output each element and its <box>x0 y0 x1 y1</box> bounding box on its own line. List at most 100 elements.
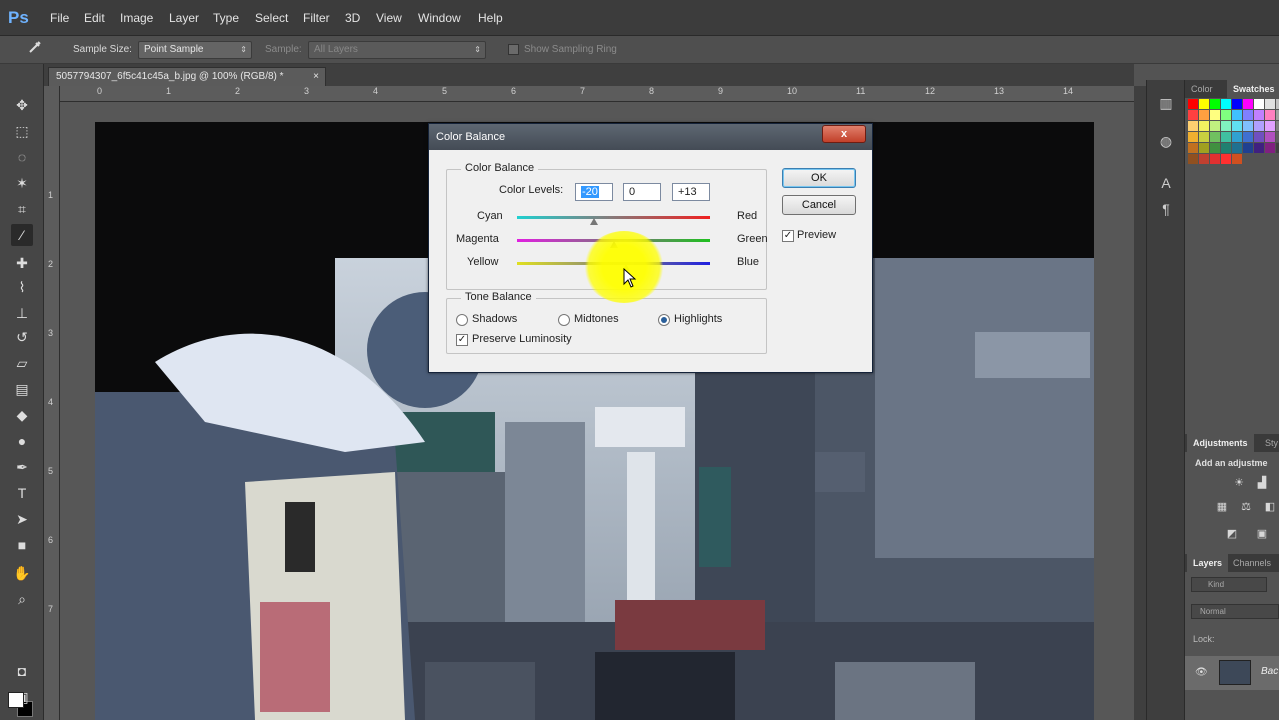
eyedropper-icon[interactable] <box>24 39 46 61</box>
cyan-red-slider[interactable] <box>517 216 710 219</box>
menu-help[interactable]: Help <box>478 0 503 36</box>
menu-view[interactable]: View <box>376 0 402 36</box>
magic-wand-icon[interactable]: ✶ <box>11 172 33 194</box>
swatch-cell[interactable] <box>1232 132 1242 142</box>
swatch-cell[interactable] <box>1265 132 1275 142</box>
document-tab[interactable]: 5057794307_6f5c41c45a_b.jpg @ 100% (RGB/… <box>48 67 326 86</box>
type-tool-icon[interactable]: T <box>11 482 33 504</box>
swatch-cell[interactable] <box>1232 154 1242 164</box>
swatch-cell[interactable] <box>1243 143 1253 153</box>
menu-edit[interactable]: Edit <box>84 0 105 36</box>
paragraph-panel-icon[interactable]: ¶ <box>1155 198 1177 220</box>
swatch-cell[interactable] <box>1188 132 1198 142</box>
menu-window[interactable]: Window <box>418 0 461 36</box>
shape-tool-icon[interactable]: ■ <box>11 534 33 556</box>
swatch-cell[interactable] <box>1199 110 1209 120</box>
level-yellow-blue-input[interactable]: +13 <box>672 183 710 201</box>
preview-checkbox[interactable]: ✓ <box>782 230 794 242</box>
swatch-cell[interactable] <box>1188 154 1198 164</box>
highlights-radio[interactable] <box>658 314 670 326</box>
swatch-cell[interactable] <box>1254 143 1264 153</box>
swatch-cell[interactable] <box>1210 110 1220 120</box>
character-panel-icon[interactable]: A <box>1155 172 1177 194</box>
swatch-cell[interactable] <box>1199 132 1209 142</box>
swatch-cell[interactable] <box>1232 121 1242 131</box>
eyedropper-tool-icon[interactable]: ⁄ <box>11 224 33 246</box>
lasso-tool-icon[interactable]: ◌ <box>11 146 33 168</box>
history-brush-icon[interactable]: ↺ <box>11 326 33 348</box>
preserve-luminosity-checkbox[interactable]: ✓ <box>456 334 468 346</box>
swatch-cell[interactable] <box>1199 143 1209 153</box>
threshold-icon[interactable]: ▣ <box>1255 527 1269 541</box>
swatch-cell[interactable] <box>1243 121 1253 131</box>
swatch-cell[interactable] <box>1221 154 1231 164</box>
swatch-cell[interactable] <box>1265 99 1275 109</box>
show-ring-checkbox[interactable] <box>508 44 519 55</box>
swatch-cell[interactable] <box>1210 143 1220 153</box>
menu-file[interactable]: File <box>50 0 69 36</box>
tab-swatches[interactable]: Swatches <box>1227 80 1279 98</box>
sample-size-select[interactable]: Point Sample ⇕ <box>138 41 252 59</box>
hand-tool-icon[interactable]: ✋ <box>11 562 33 584</box>
tab-layers[interactable]: Layers <box>1187 554 1229 572</box>
swatch-cell[interactable] <box>1199 99 1209 109</box>
menu-image[interactable]: Image <box>120 0 153 36</box>
swatch-cell[interactable] <box>1221 99 1231 109</box>
blend-mode-select[interactable]: Normal <box>1191 604 1279 619</box>
invert-icon[interactable]: ◩ <box>1225 527 1239 541</box>
zoom-tool-icon[interactable]: ⌕ <box>11 588 33 610</box>
swatch-cell[interactable] <box>1265 110 1275 120</box>
menu-layer[interactable]: Layer <box>169 0 199 36</box>
ok-button[interactable]: OK <box>782 168 856 188</box>
swatch-cell[interactable] <box>1221 143 1231 153</box>
swatch-cell[interactable] <box>1243 99 1253 109</box>
swatch-cell[interactable] <box>1188 99 1198 109</box>
swatch-cell[interactable] <box>1199 121 1209 131</box>
actions-panel-icon[interactable]: ◍ <box>1155 130 1177 152</box>
midtones-radio[interactable] <box>558 314 570 326</box>
swatch-cell[interactable] <box>1221 121 1231 131</box>
swatch-cell[interactable] <box>1210 154 1220 164</box>
blur-tool-icon[interactable]: ◆ <box>11 404 33 426</box>
swatch-cell[interactable] <box>1232 110 1242 120</box>
move-tool-icon[interactable]: ✥ <box>11 94 33 116</box>
cyan-red-slider-thumb[interactable] <box>590 218 599 225</box>
gradient-tool-icon[interactable]: ▤ <box>11 378 33 400</box>
menu-filter[interactable]: Filter <box>303 0 330 36</box>
pen-tool-icon[interactable]: ✒ <box>11 456 33 478</box>
swatch-cell[interactable] <box>1243 110 1253 120</box>
visibility-eye-icon[interactable]: 👁 <box>1195 667 1208 678</box>
menu-type[interactable]: Type <box>213 0 239 36</box>
crop-tool-icon[interactable]: ⌗ <box>11 198 33 220</box>
swatch-cell[interactable] <box>1232 143 1242 153</box>
shadows-radio[interactable] <box>456 314 468 326</box>
brightness-icon[interactable]: ☀ <box>1232 476 1246 490</box>
cancel-button[interactable]: Cancel <box>782 195 856 215</box>
eraser-tool-icon[interactable]: ▱ <box>11 352 33 374</box>
swatch-cell[interactable] <box>1254 132 1264 142</box>
level-cyan-red-input[interactable]: -20 <box>575 183 613 201</box>
dialog-titlebar[interactable]: Color Balance x <box>429 124 872 150</box>
dodge-tool-icon[interactable]: ● <box>11 430 33 452</box>
swatch-cell[interactable] <box>1199 154 1209 164</box>
swatch-cell[interactable] <box>1232 99 1242 109</box>
brush-tool-icon[interactable]: ⌇ <box>11 276 33 298</box>
path-select-icon[interactable]: ➤ <box>11 508 33 530</box>
swatch-cell[interactable] <box>1221 132 1231 142</box>
swatch-cell[interactable] <box>1210 99 1220 109</box>
dialog-close-button[interactable]: x <box>822 125 866 143</box>
tab-adjustments[interactable]: Adjustments <box>1187 434 1254 452</box>
swatch-cell[interactable] <box>1188 121 1198 131</box>
swatch-cell[interactable] <box>1188 110 1198 120</box>
swatch-cell[interactable] <box>1243 132 1253 142</box>
layer-row[interactable]: 👁 Bac <box>1185 656 1279 690</box>
healing-brush-icon[interactable]: ✚ <box>11 252 33 274</box>
swatch-cell[interactable] <box>1265 121 1275 131</box>
vibrance-icon[interactable]: ▦ <box>1215 500 1229 514</box>
swatch-cell[interactable] <box>1265 143 1275 153</box>
swatch-cell[interactable] <box>1221 110 1231 120</box>
layer-kind-filter[interactable]: Kind <box>1191 577 1267 592</box>
stamp-tool-icon[interactable]: ⊥ <box>11 302 33 324</box>
menu-select[interactable]: Select <box>255 0 288 36</box>
swatch-cell[interactable] <box>1210 132 1220 142</box>
